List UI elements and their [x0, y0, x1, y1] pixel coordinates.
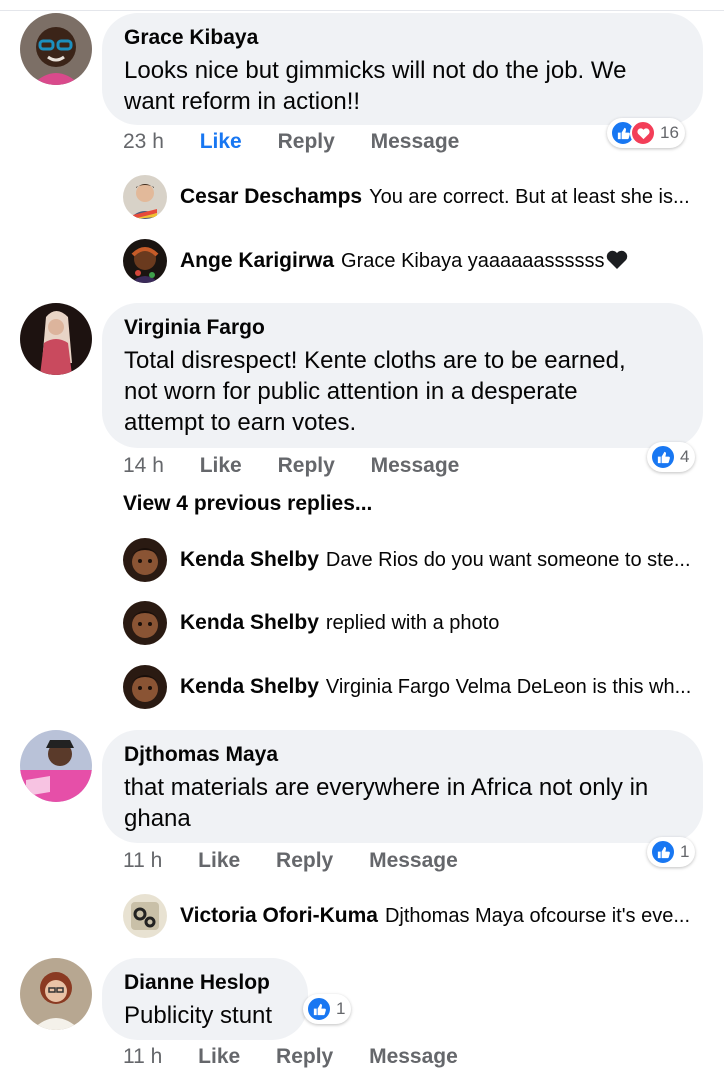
comment-bubble: Dianne Heslop Publicity stunt [102, 958, 308, 1040]
comment-timestamp[interactable]: 23 h [123, 130, 164, 154]
reaction-summary[interactable]: 16 [607, 118, 685, 148]
like-button[interactable]: Like [198, 849, 240, 873]
reply-text: Djthomas Maya ofcourse it's eve... [384, 904, 691, 927]
comment-actions: 11 h Like Reply Message [123, 1045, 488, 1069]
like-button[interactable]: Like [198, 1045, 240, 1069]
avatar[interactable] [123, 538, 167, 582]
reaction-summary[interactable]: 1 [303, 994, 352, 1024]
comment-text: Publicity stunt [124, 1002, 273, 1029]
reaction-count: 1 [336, 999, 346, 1018]
comment-author[interactable]: Dianne Heslop [124, 970, 286, 996]
reply-text: Virginia Fargo Velma DeLeon is this wh..… [325, 675, 692, 698]
comment-bubble: Grace Kibaya Looks nice but gimmicks wil… [102, 13, 703, 125]
comment-bubble: Djthomas Maya that materials are everywh… [102, 730, 703, 843]
like-icon [306, 996, 332, 1022]
reply-text: Dave Rios do you want someone to ste... [325, 548, 691, 571]
avatar[interactable] [123, 601, 167, 645]
like-button[interactable]: Like [200, 454, 242, 478]
reaction-count: 4 [680, 447, 690, 466]
reaction-summary[interactable]: 4 [647, 442, 696, 472]
message-button[interactable]: Message [371, 454, 460, 478]
reply-button[interactable]: Reply [276, 849, 333, 873]
message-button[interactable]: Message [371, 130, 460, 154]
avatar[interactable] [123, 894, 167, 938]
like-icon [650, 839, 676, 865]
like-icon [650, 444, 676, 470]
comment-text: Total disrespect! Kente cloths are to be… [124, 347, 626, 436]
comment-text: that materials are everywhere in Africa … [124, 774, 649, 832]
avatar[interactable] [123, 175, 167, 219]
comment-actions: 11 h Like Reply Message [123, 849, 488, 873]
reply-item[interactable]: Kenda Shelby replied with a photo [123, 600, 499, 646]
reply-item[interactable]: Ange Karigirwa Grace Kibaya yaaaaaasssss… [123, 238, 629, 284]
comment-bubble: Virginia Fargo Total disrespect! Kente c… [102, 303, 703, 448]
love-icon [630, 120, 656, 146]
top-divider [0, 10, 724, 11]
avatar[interactable] [20, 13, 92, 85]
reply-text: Grace Kibaya yaaaaaassssss [341, 249, 605, 272]
reply-item[interactable]: Kenda Shelby Dave Rios do you want someo… [123, 537, 691, 583]
comment-text: Looks nice but gimmicks will not do the … [124, 57, 627, 115]
view-previous-replies-link[interactable]: View 4 previous replies... [123, 492, 372, 516]
comment-actions: 23 h Like Reply Message [123, 130, 489, 154]
message-button[interactable]: Message [369, 1045, 458, 1069]
reply-button[interactable]: Reply [278, 454, 335, 478]
comment-timestamp[interactable]: 11 h [123, 849, 162, 873]
like-button[interactable]: Like [200, 130, 242, 154]
reaction-count: 16 [660, 123, 679, 142]
comment-actions: 14 h Like Reply Message [123, 454, 489, 478]
comment-author[interactable]: Virginia Fargo [124, 315, 681, 341]
reply-author[interactable]: Ange Karigirwa [180, 249, 334, 273]
reply-author[interactable]: Cesar Deschamps [180, 185, 362, 209]
reply-text: replied with a photo [325, 611, 500, 634]
message-button[interactable]: Message [369, 849, 458, 873]
reply-author[interactable]: Kenda Shelby [180, 611, 319, 635]
comment-author[interactable]: Djthomas Maya [124, 742, 681, 768]
avatar[interactable] [123, 239, 167, 283]
avatar[interactable] [20, 730, 92, 802]
reply-text: You are correct. But at least she is... [369, 185, 690, 208]
avatar[interactable] [20, 958, 92, 1030]
reply-button[interactable]: Reply [278, 130, 335, 154]
reply-item[interactable]: Victoria Ofori-Kuma Djthomas Maya ofcour… [123, 893, 690, 939]
comment-timestamp[interactable]: 14 h [123, 454, 164, 478]
avatar[interactable] [123, 665, 167, 709]
reply-item[interactable]: Cesar Deschamps You are correct. But at … [123, 174, 690, 220]
comment-author[interactable]: Grace Kibaya [124, 25, 681, 51]
comment-timestamp[interactable]: 11 h [123, 1045, 162, 1069]
avatar[interactable] [20, 303, 92, 375]
reply-author[interactable]: Victoria Ofori-Kuma [180, 904, 378, 928]
reply-item[interactable]: Kenda Shelby Virginia Fargo Velma DeLeon… [123, 664, 691, 710]
reply-button[interactable]: Reply [276, 1045, 333, 1069]
reply-author[interactable]: Kenda Shelby [180, 675, 319, 699]
reaction-count: 1 [680, 842, 690, 861]
reaction-summary[interactable]: 1 [647, 837, 696, 867]
reply-author[interactable]: Kenda Shelby [180, 548, 319, 572]
black-heart-icon [605, 248, 629, 275]
